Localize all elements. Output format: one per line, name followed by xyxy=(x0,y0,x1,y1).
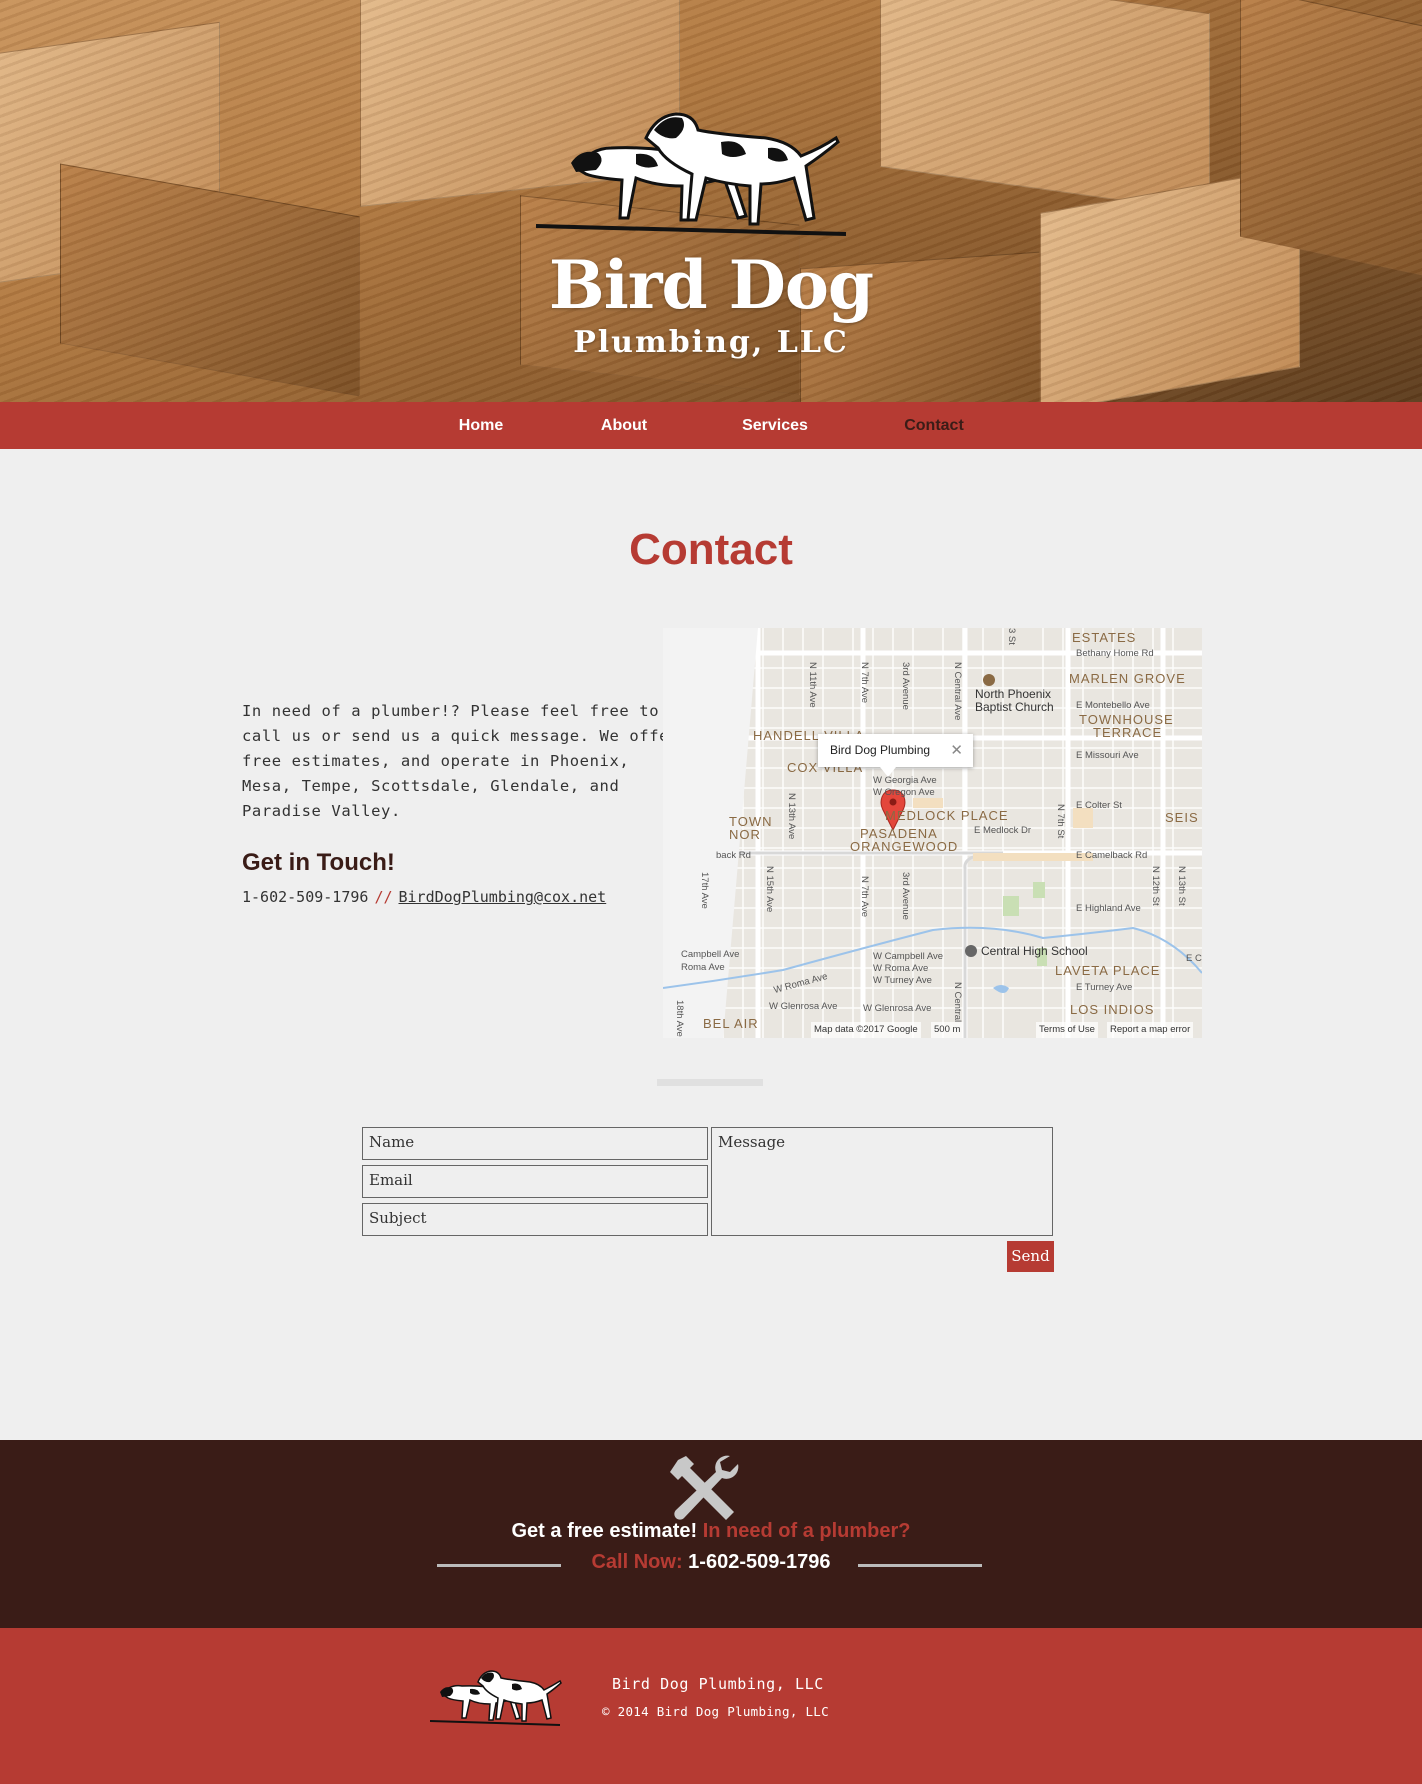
map-info-popup[interactable]: Bird Dog Plumbing ✕ xyxy=(818,734,973,777)
map-street: E Medlock Dr xyxy=(974,825,1032,836)
hero-banner: Bird Dog Plumbing, LLC xyxy=(0,0,1422,402)
map-label: NOR xyxy=(729,827,761,842)
map-street: W Glenrosa Ave xyxy=(863,1003,932,1014)
brand-name: Bird Dog xyxy=(548,246,874,324)
map-street: W Oregon Ave xyxy=(873,787,935,798)
cta-line-2: Call Now: 1-602-509-1796 xyxy=(0,1551,1422,1574)
report-link[interactable]: Report a map error xyxy=(1107,1022,1194,1038)
main-nav: Home About Services Contact xyxy=(0,402,1422,449)
map-street: E Turney Ave xyxy=(1076,982,1133,993)
map-street: Campbell Ave xyxy=(681,949,740,960)
email-link[interactable]: BirdDogPlumbing@cox.net xyxy=(399,888,607,906)
map-label: LOS INDIOS xyxy=(1070,1002,1155,1017)
wrench-hammer-icon xyxy=(670,1455,739,1520)
name-field[interactable]: Name xyxy=(362,1127,708,1160)
contact-line: 1-602-509-1796 // BirdDogPlumbing@cox.net xyxy=(242,888,606,906)
map-street-vertical: N 11th Ave xyxy=(807,662,818,708)
site-logo[interactable]: Bird Dog Plumbing, LLC xyxy=(535,108,886,368)
map-street-vertical: N 7th St xyxy=(1055,804,1066,839)
map-street-vertical: N Central xyxy=(952,982,963,1023)
cta-phone[interactable]: 1-602-509-1796 xyxy=(688,1551,830,1573)
map-street: Roma Ave xyxy=(681,962,725,973)
send-button[interactable]: Send xyxy=(1007,1241,1054,1272)
map-label: SEIS xyxy=(1165,810,1199,825)
cta-question: In need of a plumber? xyxy=(702,1520,911,1542)
map-street: W Campbell Ave xyxy=(873,951,944,962)
map-street: E Montebello Ave xyxy=(1076,700,1150,711)
separator: // xyxy=(374,888,393,906)
bird-dogs-icon xyxy=(535,112,847,236)
map-street-vertical: N 13th St xyxy=(1176,866,1187,906)
nav-home[interactable]: Home xyxy=(421,402,541,449)
map-poi-label: Baptist Church xyxy=(975,700,1054,714)
map-label: MEDLOCK PLACE xyxy=(885,808,1009,823)
map-street-vertical: N 15th Ave xyxy=(764,866,775,913)
section-divider xyxy=(657,1079,763,1086)
cta-lead: Get a free estimate! xyxy=(511,1520,698,1542)
map-street: back Rd xyxy=(716,850,751,861)
message-field[interactable]: Message xyxy=(711,1127,1053,1236)
nav-services[interactable]: Services xyxy=(715,402,835,449)
map-street: W Roma Ave xyxy=(873,963,929,974)
map-street: E Can xyxy=(1186,953,1202,964)
page-title: Contact xyxy=(629,525,793,574)
map-data-credit: Map data ©2017 Google xyxy=(811,1022,921,1038)
map-street-vertical: 17th Ave xyxy=(699,872,710,909)
cta-line-1: Get a free estimate! In need of a plumbe… xyxy=(0,1520,1422,1543)
map-scale: 500 m xyxy=(931,1022,964,1038)
map-street: W Glenrosa Ave xyxy=(769,1001,838,1012)
terms-link[interactable]: Terms of Use xyxy=(1036,1022,1098,1038)
map-street: E Missouri Ave xyxy=(1076,750,1139,761)
map-street-vertical: N 12th St xyxy=(1150,866,1161,906)
footer-logo-icon[interactable] xyxy=(430,1668,565,1728)
nav-contact[interactable]: Contact xyxy=(874,402,994,449)
map-label: MARLEN GROVE xyxy=(1069,671,1186,686)
close-icon[interactable]: ✕ xyxy=(950,734,963,767)
footer-company-name: Bird Dog Plumbing, LLC xyxy=(612,1675,824,1693)
google-map[interactable]: ESTATES Bethany Home Rd MARLEN GROVE E M… xyxy=(663,628,1202,1038)
map-street-vertical: N 13th Ave xyxy=(786,793,797,840)
map-street: E Colter St xyxy=(1076,800,1122,811)
subject-field[interactable]: Subject xyxy=(362,1203,708,1236)
map-street: E Highland Ave xyxy=(1076,903,1141,914)
map-street-vertical: 3rd Avenue xyxy=(900,872,911,920)
map-label: LAVETA PLACE xyxy=(1055,963,1161,978)
nav-about[interactable]: About xyxy=(564,402,684,449)
map-attribution: Map data ©2017 Google 500 m Terms of Use… xyxy=(663,1022,1202,1038)
call-now-label: Call Now: xyxy=(591,1551,683,1573)
map-street: E Camelback Rd xyxy=(1076,850,1148,861)
map-street-vertical: 3rd Avenue xyxy=(900,662,911,710)
map-street: W Turney Ave xyxy=(873,975,932,986)
popup-title: Bird Dog Plumbing xyxy=(830,743,931,757)
map-street-vertical: N Central Ave xyxy=(952,662,963,721)
site-footer: Bird Dog Plumbing, LLC © 2014 Bird Dog P… xyxy=(0,1628,1422,1784)
map-label: ESTATES xyxy=(1072,630,1137,645)
intro-text: In need of a plumber!? Please feel free … xyxy=(242,702,679,820)
brand-subtitle: Plumbing, LLC xyxy=(573,325,849,360)
email-field[interactable]: Email xyxy=(362,1165,708,1198)
map-poi-label: Central High School xyxy=(981,944,1088,958)
map-label: ORANGEWOOD xyxy=(850,839,959,854)
map-street-vertical: 3 St xyxy=(1006,628,1017,645)
map-label: TERRACE xyxy=(1093,725,1163,740)
get-in-touch-heading: Get in Touch! xyxy=(242,849,395,876)
phone-number[interactable]: 1-602-509-1796 xyxy=(242,888,368,906)
map-street: Bethany Home Rd xyxy=(1076,648,1154,659)
map-street-vertical: N 7th Ave xyxy=(859,662,870,704)
cta-band: Get a free estimate! In need of a plumbe… xyxy=(0,1440,1422,1628)
map-street-vertical: N 7th Ave xyxy=(859,876,870,918)
footer-copyright: © 2014 Bird Dog Plumbing, LLC xyxy=(602,1704,829,1719)
